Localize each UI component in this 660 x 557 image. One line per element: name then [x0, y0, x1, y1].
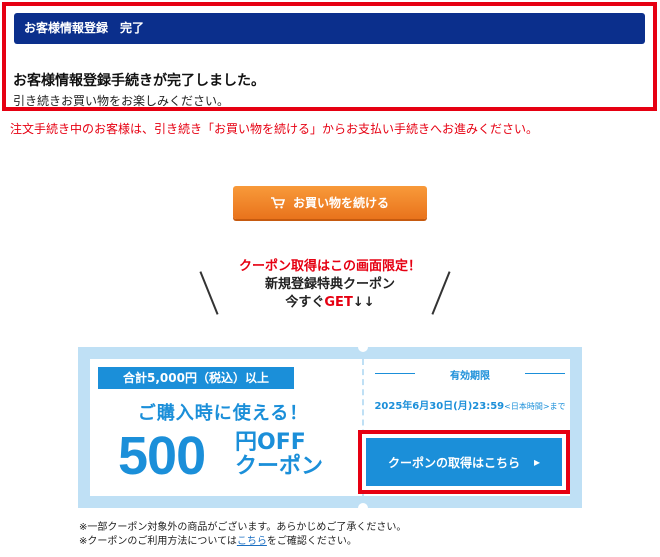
- coupon-unit-label: クーポン: [235, 454, 324, 479]
- coupon-unit-off: 円OFF: [235, 430, 306, 455]
- promo-coupon-text: 新規登録特典クーポン: [264, 277, 395, 292]
- registration-header: お客様情報登録 完了: [14, 13, 645, 44]
- coupon-unit: 円OFF クーポン: [235, 431, 323, 479]
- registration-subtitle: 引き続きお買い物をお楽しみください。: [13, 94, 230, 108]
- get-coupon-button[interactable]: クーポンの取得はこちら ▸: [366, 438, 562, 486]
- cart-icon: [270, 196, 285, 209]
- promo-limited-text: クーポン取得はこの画面限定！: [238, 259, 421, 274]
- usage-info-link[interactable]: こちら: [237, 536, 267, 547]
- get-coupon-highlight: クーポンの取得はこちら ▸: [358, 430, 570, 494]
- footnote-exclusions: ※一部クーポン対象外の商品がございます。あらかじめご了承ください。: [79, 522, 407, 533]
- coupon-condition: 合計5,000円（税込）以上: [98, 367, 294, 389]
- coupon-notch-bottom: [358, 503, 368, 513]
- registration-complete-panel: お客様情報登録 完了 お客様情報登録手続きが完了しました。 引き続きお買い物をお…: [2, 2, 657, 111]
- checkout-notice: 注文手続き中のお客様は、引き続き「お買い物を続ける」からお支払い手続きへお進みく…: [10, 122, 539, 136]
- coupon-usage: ご購入時に使える！: [137, 403, 309, 424]
- coupon-amount: 500: [118, 426, 206, 486]
- validity-date: 2025年6月30日(月)23:59<日本時間>まで: [374, 401, 566, 412]
- promo-get-text: 今すぐGET↓↓: [285, 295, 375, 310]
- coupon-notch-top: [358, 342, 368, 352]
- continue-shopping-label: お買い物を続ける: [292, 196, 389, 210]
- get-coupon-label: クーポンの取得はこちら: [387, 455, 520, 470]
- validity-title: 有効期限: [375, 367, 565, 382]
- chevron-right-icon: ▸: [533, 455, 541, 469]
- continue-shopping-button[interactable]: お買い物を続ける: [233, 186, 427, 219]
- registration-title: お客様情報登録手続きが完了しました。: [13, 73, 265, 89]
- footnote-usage: ※クーポンのご利用方法についてはこちらをご確認ください。: [79, 536, 357, 547]
- promo-heading: クーポン取得はこの画面限定！ 新規登録特典クーポン 今すぐGET↓↓: [180, 258, 480, 318]
